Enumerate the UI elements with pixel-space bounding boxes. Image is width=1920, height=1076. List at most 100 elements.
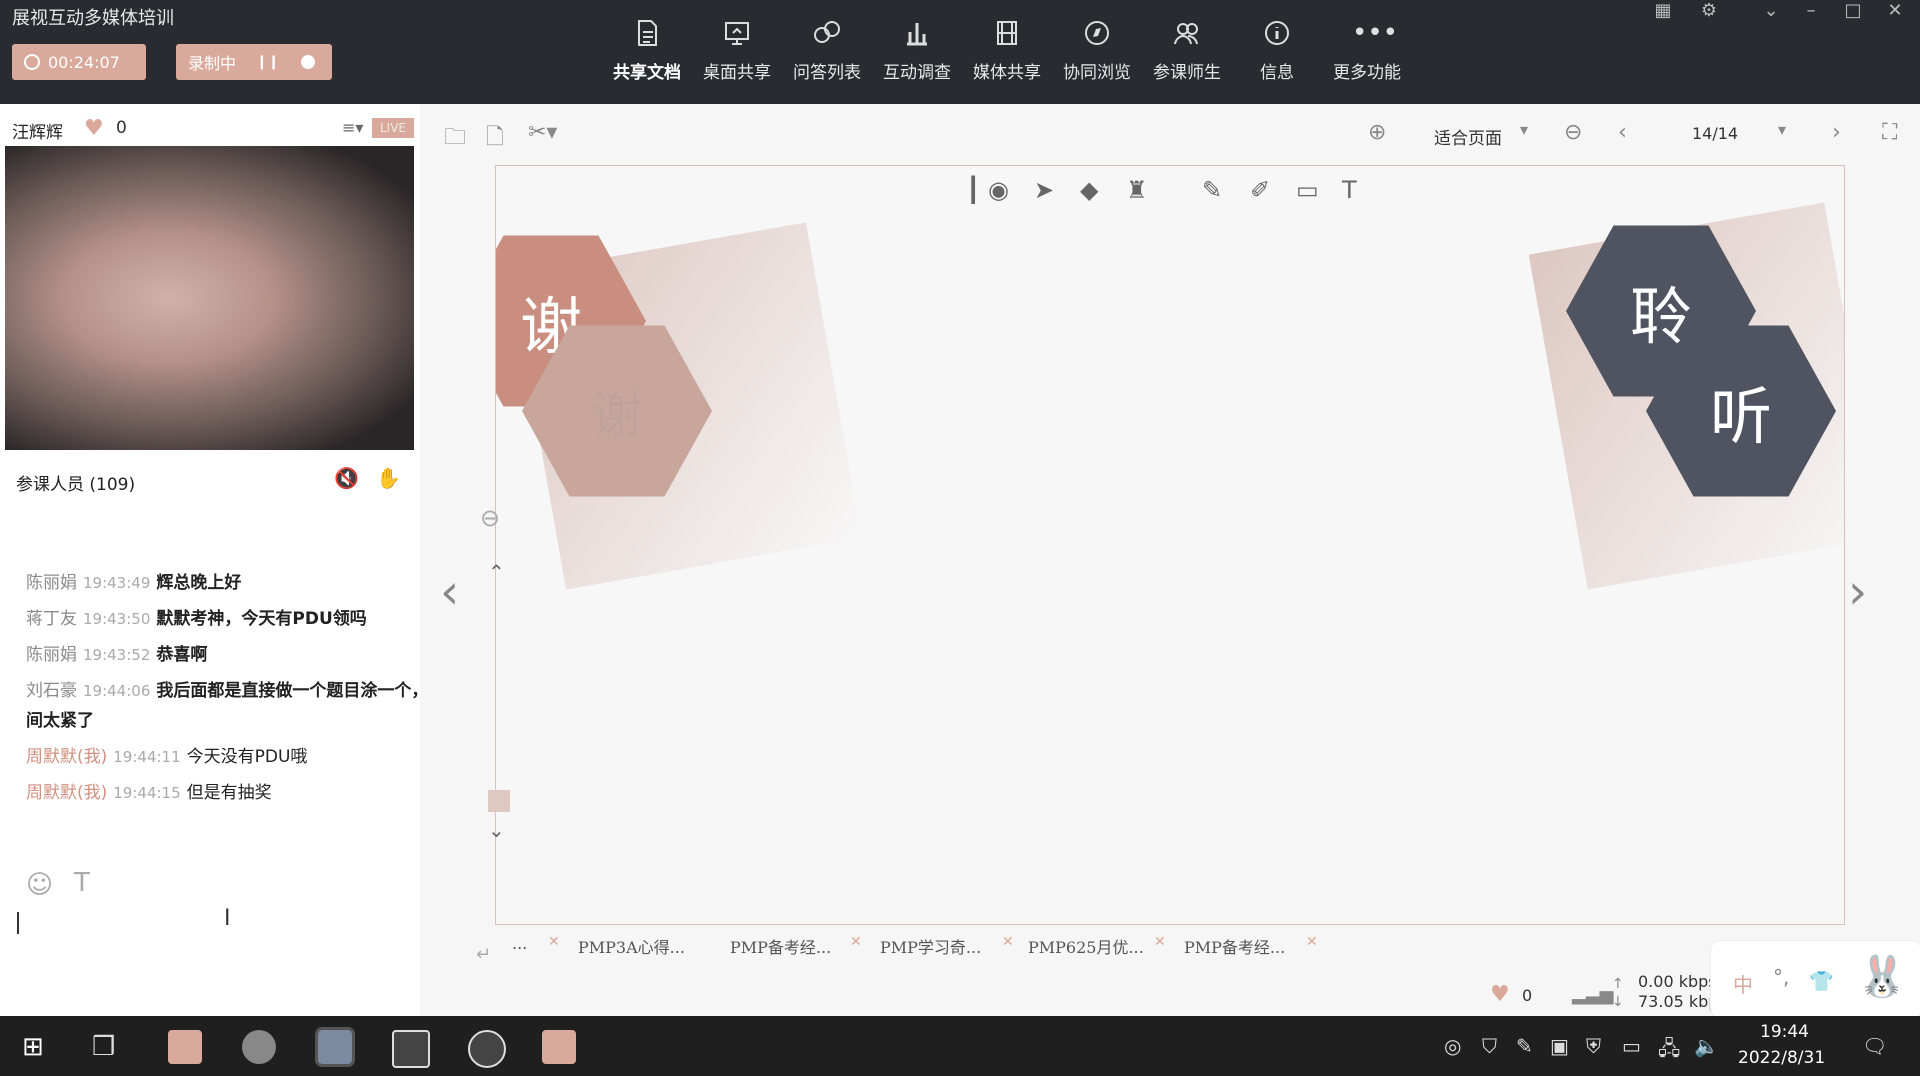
file-explorer-icon[interactable] bbox=[168, 1030, 202, 1064]
new-file-icon[interactable]: 🗋 bbox=[486, 120, 504, 158]
mute-all-icon[interactable]: 🔇 bbox=[334, 466, 359, 490]
open-folder-icon[interactable]: 🗀 bbox=[444, 120, 466, 158]
toolbar-label: 参课师生 bbox=[1153, 63, 1221, 83]
app-c2-icon[interactable] bbox=[542, 1030, 576, 1064]
toolbar-label: 协同浏览 bbox=[1063, 63, 1131, 83]
network-icon[interactable]: 🖧 bbox=[1658, 1034, 1680, 1068]
clock-date[interactable]: 2022/8/31 bbox=[1738, 1048, 1825, 1068]
toolbar-label: 问答列表 bbox=[793, 63, 861, 83]
menu-list-icon[interactable]: ≡▾ bbox=[342, 118, 363, 137]
pen-tray-icon[interactable]: ✎ bbox=[1516, 1034, 1533, 1058]
ime-mode[interactable]: 中 bbox=[1733, 969, 1753, 998]
eraser-icon[interactable]: ◆ bbox=[1080, 176, 1098, 204]
settings-icon[interactable]: ⚙ bbox=[1698, 0, 1720, 21]
upload-rate: 0.00 kbps bbox=[1638, 972, 1712, 991]
toolbar-media-share[interactable]: 媒体共享 bbox=[964, 14, 1050, 94]
doc-tab[interactable]: PMP备考经... bbox=[730, 934, 831, 958]
layout-icon[interactable]: ▦ bbox=[1652, 0, 1674, 21]
send-enter-icon[interactable]: ↵ bbox=[476, 944, 491, 965]
zoom-dropdown-icon[interactable]: ▾ bbox=[1520, 120, 1528, 139]
toolbar-label: 桌面共享 bbox=[703, 63, 771, 83]
laser-pointer-icon[interactable]: ◉ bbox=[988, 176, 1009, 204]
page-indicator[interactable]: 14/14 bbox=[1692, 124, 1738, 143]
maximize-icon[interactable]: □ bbox=[1842, 0, 1864, 21]
select-arrow-icon[interactable]: ➤ bbox=[1034, 176, 1054, 204]
toolbar-label: 共享文档 bbox=[613, 63, 681, 83]
host-like-count: 0 bbox=[116, 118, 127, 138]
app-c-icon[interactable] bbox=[392, 1030, 430, 1068]
skin-icon[interactable]: 👕 bbox=[1809, 969, 1834, 993]
close-tab-icon[interactable]: ✕ bbox=[850, 934, 862, 950]
toolbar-co-browse[interactable]: 协同浏览 bbox=[1054, 14, 1140, 94]
browser-icon[interactable] bbox=[242, 1030, 276, 1064]
close-icon[interactable]: ✕ bbox=[1884, 0, 1906, 21]
chevron-down-icon[interactable]: ⌄ bbox=[1760, 0, 1782, 21]
compass-icon bbox=[1082, 18, 1112, 48]
battery-icon[interactable]: ▭ bbox=[1622, 1034, 1641, 1058]
doc-tab[interactable]: PMP625月优... bbox=[1028, 934, 1144, 958]
scissors-icon[interactable]: ✂▾ bbox=[528, 120, 557, 145]
font-icon[interactable]: T bbox=[74, 868, 90, 898]
fullscreen-icon[interactable]: ⛶ bbox=[1882, 120, 1897, 145]
clock-time[interactable]: 19:44 bbox=[1760, 1022, 1809, 1042]
heart-icon[interactable]: ♥ bbox=[1490, 982, 1510, 1007]
slide-canvas[interactable]: 谢 谢 聆 听 bbox=[495, 165, 1845, 925]
chevron-down-icon[interactable]: ⌄ bbox=[488, 818, 505, 842]
toolbar-more[interactable]: ••• 更多功能 bbox=[1324, 14, 1410, 94]
security-tray-icon[interactable]: ⛨ bbox=[1586, 1034, 1601, 1058]
chat-app-icon[interactable] bbox=[468, 1030, 506, 1068]
stop-icon[interactable] bbox=[301, 55, 316, 69]
slide-prev-arrow-icon[interactable]: ‹ bbox=[440, 564, 459, 620]
punctuation-icon[interactable]: °, bbox=[1773, 965, 1789, 989]
prev-page-icon[interactable]: ‹ bbox=[1618, 120, 1627, 145]
zoom-minus-icon[interactable]: ⊖ bbox=[480, 504, 500, 532]
add-page-icon[interactable]: ⊕ bbox=[1368, 120, 1386, 145]
task-view-icon[interactable]: ❒ bbox=[92, 1032, 115, 1062]
next-page-icon[interactable]: › bbox=[1832, 120, 1841, 145]
volume-icon[interactable]: 🔈 bbox=[1694, 1034, 1719, 1058]
shield-tray-icon[interactable]: ⛉ bbox=[1482, 1034, 1497, 1058]
minimize-icon[interactable]: – bbox=[1800, 0, 1822, 21]
zoom-out-icon[interactable]: ⊖ bbox=[1564, 120, 1582, 145]
close-tab-icon[interactable]: ✕ bbox=[1002, 934, 1014, 950]
doc-tab[interactable]: ... bbox=[512, 934, 527, 953]
divider-icon: ┃ bbox=[966, 176, 981, 204]
participants-count[interactable]: 参课人员 (109) bbox=[16, 470, 135, 495]
toolbar-desktop-share[interactable]: 桌面共享 bbox=[694, 14, 780, 94]
close-tab-icon[interactable]: ✕ bbox=[1154, 934, 1166, 950]
people-icon bbox=[1172, 18, 1202, 48]
highlighter-icon[interactable]: ✎ bbox=[1202, 176, 1222, 204]
pen-icon[interactable]: ✐ bbox=[1250, 176, 1270, 204]
toolbar-qa-list[interactable]: 问答列表 bbox=[784, 14, 870, 94]
text-tool-icon[interactable]: T bbox=[1342, 176, 1357, 204]
page-dropdown-icon[interactable]: ▾ bbox=[1778, 120, 1786, 139]
close-tab-icon[interactable]: ✕ bbox=[1306, 934, 1318, 950]
emoji-icon[interactable]: ☺ bbox=[26, 870, 53, 900]
toolbar-info[interactable]: 信息 bbox=[1234, 14, 1320, 94]
clock-icon bbox=[24, 54, 40, 70]
notification-icon[interactable]: 🗨 bbox=[1862, 1034, 1887, 1058]
scroll-thumb[interactable] bbox=[488, 790, 510, 812]
pause-icon[interactable]: ❙❙ bbox=[256, 54, 279, 70]
windows-start-icon[interactable]: ⊞ bbox=[22, 1032, 44, 1062]
heart-icon[interactable]: ♥ bbox=[84, 116, 104, 141]
raise-hand-icon[interactable]: ✋ bbox=[376, 466, 401, 490]
toolbar-survey[interactable]: 互动调查 bbox=[874, 14, 960, 94]
doc-tab[interactable]: PMP备考经... bbox=[1184, 934, 1285, 958]
rectangle-icon[interactable]: ▭ bbox=[1296, 176, 1319, 204]
doc-tab[interactable]: PMP3A心得... bbox=[578, 934, 685, 958]
wechat-tray-icon[interactable]: ◎ bbox=[1444, 1034, 1461, 1058]
chat-input-caret[interactable] bbox=[17, 912, 19, 934]
doc-tab[interactable]: PMP学习奇... bbox=[880, 934, 981, 958]
app-tray-icon[interactable]: ▣ bbox=[1550, 1034, 1569, 1058]
ime-toolbar[interactable]: 中 °, 👕 🐰 bbox=[1710, 940, 1920, 1018]
toolbar-share-document[interactable]: 共享文档 bbox=[604, 14, 690, 94]
zoom-select[interactable]: 适合页面 bbox=[1434, 124, 1502, 149]
recording-status[interactable]: 录制中 ❙❙ bbox=[176, 44, 332, 80]
training-app-icon[interactable] bbox=[315, 1027, 355, 1067]
chevron-up-icon[interactable]: ⌃ bbox=[488, 560, 505, 584]
clear-brush-icon[interactable]: ♜ bbox=[1126, 176, 1148, 204]
slide-next-arrow-icon[interactable]: › bbox=[1848, 564, 1867, 620]
close-tab-icon[interactable]: ✕ bbox=[548, 934, 560, 950]
toolbar-participants[interactable]: 参课师生 bbox=[1144, 14, 1230, 94]
